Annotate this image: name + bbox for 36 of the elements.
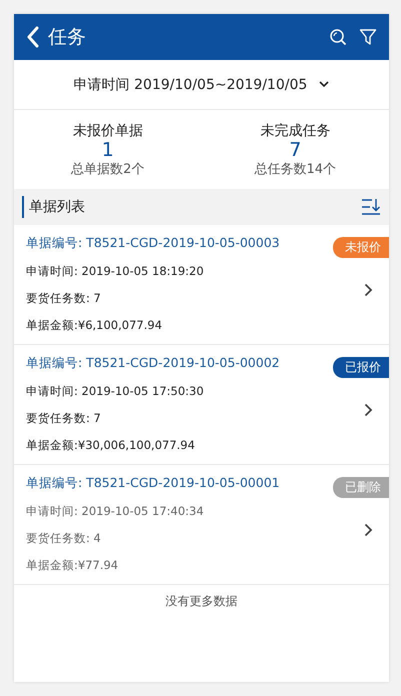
stat-value: 7 <box>289 140 302 160</box>
filter-icon[interactable] <box>359 28 377 46</box>
back-icon <box>26 26 40 48</box>
stat-total: 总任务数14个 <box>254 160 336 178</box>
order-number: 单据编号: T8521-CGD-2019-10-05-00001 <box>26 474 280 492</box>
chevron-down-icon <box>319 81 330 88</box>
order-task-count: 要货任务数: 4 <box>26 530 101 547</box>
page-title: 任务 <box>48 25 86 50</box>
order-task-count: 要货任务数: 7 <box>26 290 101 307</box>
stat-label: 未完成任务 <box>260 122 330 140</box>
order-item[interactable]: 单据编号: T8521-CGD-2019-10-05-00003 申请时间: 2019-10-05 18:19:20 要货任务数: 7 单据金额:¥6,100,077.94 未报价 <box>14 225 389 345</box>
status-badge: 未报价 <box>333 237 389 258</box>
order-time: 申请时间: 2019-10-05 17:40:34 <box>26 503 204 520</box>
sort-icon[interactable] <box>361 198 381 216</box>
list-title: 单据列表 <box>22 196 85 218</box>
search-icon[interactable] <box>329 28 347 46</box>
order-number: 单据编号: T8521-CGD-2019-10-05-00003 <box>26 234 280 252</box>
status-badge: 已删除 <box>333 477 389 498</box>
stat-value: 1 <box>102 140 114 160</box>
chevron-right-icon <box>364 282 373 296</box>
order-amount: 单据金额:¥77.94 <box>26 557 118 574</box>
stat-label: 未报价单据 <box>72 122 143 140</box>
order-time: 申请时间: 2019-10-05 17:50:30 <box>26 383 204 400</box>
no-more-data-text: 没有更多数据 <box>164 593 238 610</box>
chevron-right-icon <box>364 402 373 416</box>
order-number: 单据编号: T8521-CGD-2019-10-05-00002 <box>26 354 280 372</box>
order-item[interactable]: 单据编号: T8521-CGD-2019-10-05-00002 申请时间: 2019-10-05 17:50:30 要货任务数: 7 单据金额:¥30,006,100,077.94 已报价 <box>14 345 389 465</box>
order-amount: 单据金额:¥30,006,100,077.94 <box>26 437 195 454</box>
order-amount: 单据金额:¥6,100,077.94 <box>26 317 162 334</box>
order-time: 申请时间: 2019-10-05 18:19:20 <box>26 263 204 280</box>
order-task-count: 要货任务数: 7 <box>26 410 101 427</box>
chevron-right-icon <box>364 522 373 536</box>
status-badge: 已报价 <box>333 357 389 378</box>
order-item[interactable]: 单据编号: T8521-CGD-2019-10-05-00001 申请时间: 2019-10-05 17:40:34 要货任务数: 4 单据金额:¥77.94 已删除 <box>14 465 389 585</box>
date-range-dropdown[interactable]: 申请时间 2019/10/05~2019/10/05 <box>14 60 389 110</box>
stat-total: 总单据数2个 <box>71 160 144 178</box>
